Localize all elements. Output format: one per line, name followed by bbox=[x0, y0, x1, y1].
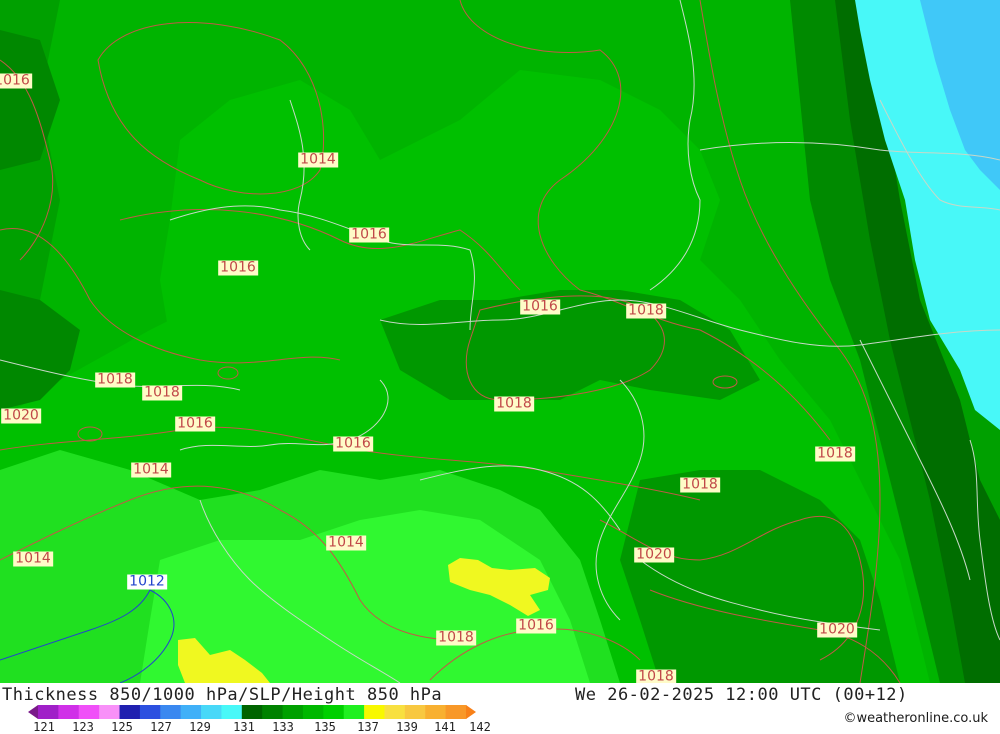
pressure-label: 1018 bbox=[142, 384, 182, 401]
legend-swatch bbox=[221, 705, 243, 719]
pressure-label: 1018 bbox=[95, 371, 135, 388]
legend-swatch bbox=[404, 705, 426, 719]
pressure-label: 1014 bbox=[131, 461, 171, 478]
pressure-label: 1018 bbox=[436, 629, 476, 646]
legend-tick-label: 131 bbox=[233, 720, 255, 734]
legend-tick-label: 142 bbox=[469, 720, 491, 734]
legend-swatch bbox=[160, 705, 182, 719]
pressure-label: 1016 bbox=[520, 298, 560, 315]
color-legend bbox=[28, 705, 476, 719]
map-footer: Thickness 850/1000 hPa/SLP/Height 850 hP… bbox=[0, 683, 1000, 734]
legend-swatch bbox=[58, 705, 80, 719]
legend-swatch bbox=[282, 705, 304, 719]
legend-swatch bbox=[466, 705, 476, 719]
legend-tick-label: 135 bbox=[314, 720, 336, 734]
pressure-label: 1016 bbox=[349, 226, 389, 243]
legend-tick-label: 137 bbox=[357, 720, 379, 734]
legend-tick-label: 123 bbox=[72, 720, 94, 734]
legend-swatch bbox=[425, 705, 447, 719]
pressure-label: 1020 bbox=[1, 407, 41, 424]
legend-swatch bbox=[323, 705, 345, 719]
map-title: Thickness 850/1000 hPa/SLP/Height 850 hP… bbox=[2, 685, 443, 705]
legend-swatch bbox=[343, 705, 365, 719]
thickness-map: 1016 1014 1016 1016 1016 1018 1018 1018 … bbox=[0, 0, 1000, 683]
legend-swatch bbox=[28, 705, 38, 719]
pressure-label: 1016 bbox=[0, 73, 32, 89]
legend-swatch bbox=[241, 705, 263, 719]
legend-swatch bbox=[38, 705, 59, 719]
legend-swatch bbox=[384, 705, 406, 719]
pressure-label: 1018 bbox=[815, 445, 855, 462]
legend-swatch bbox=[180, 705, 202, 719]
credit-link[interactable]: ©weatheronline.co.uk bbox=[843, 711, 988, 726]
pressure-label: 1016 bbox=[333, 435, 373, 452]
legend-tick-label: 133 bbox=[272, 720, 294, 734]
pressure-label: 1016 bbox=[218, 259, 258, 276]
pressure-label: 1018 bbox=[494, 395, 534, 412]
legend-swatch bbox=[445, 705, 467, 719]
legend-swatch bbox=[201, 705, 222, 719]
pressure-label: 1016 bbox=[516, 617, 556, 634]
legend-swatch bbox=[302, 705, 324, 719]
pressure-label: 1014 bbox=[326, 534, 366, 551]
pressure-label: 1018 bbox=[680, 476, 720, 493]
legend-swatch bbox=[119, 705, 141, 719]
legend-tick-label: 121 bbox=[33, 720, 55, 734]
legend-swatch bbox=[139, 705, 161, 719]
pressure-label: 1016 bbox=[175, 415, 215, 432]
pressure-label: 1018 bbox=[636, 668, 676, 683]
pressure-label: 1020 bbox=[634, 546, 674, 563]
legend-swatch bbox=[99, 705, 121, 719]
pressure-label: 1020 bbox=[817, 621, 857, 638]
pressure-label: 1014 bbox=[298, 151, 338, 168]
legend-tick-label: 141 bbox=[434, 720, 456, 734]
legend-swatch bbox=[78, 705, 100, 719]
pressure-label: 1018 bbox=[626, 302, 666, 319]
map-datetime: We 26-02-2025 12:00 UTC (00+12) bbox=[575, 685, 908, 705]
legend-swatch bbox=[364, 705, 385, 719]
legend-tick-label: 127 bbox=[150, 720, 172, 734]
pressure-label: 1012 bbox=[127, 573, 167, 590]
legend-tick-label: 129 bbox=[189, 720, 211, 734]
legend-tick-label: 125 bbox=[111, 720, 133, 734]
legend-swatch bbox=[262, 705, 284, 719]
legend-tick-label: 139 bbox=[396, 720, 418, 734]
pressure-label: 1014 bbox=[13, 550, 53, 567]
